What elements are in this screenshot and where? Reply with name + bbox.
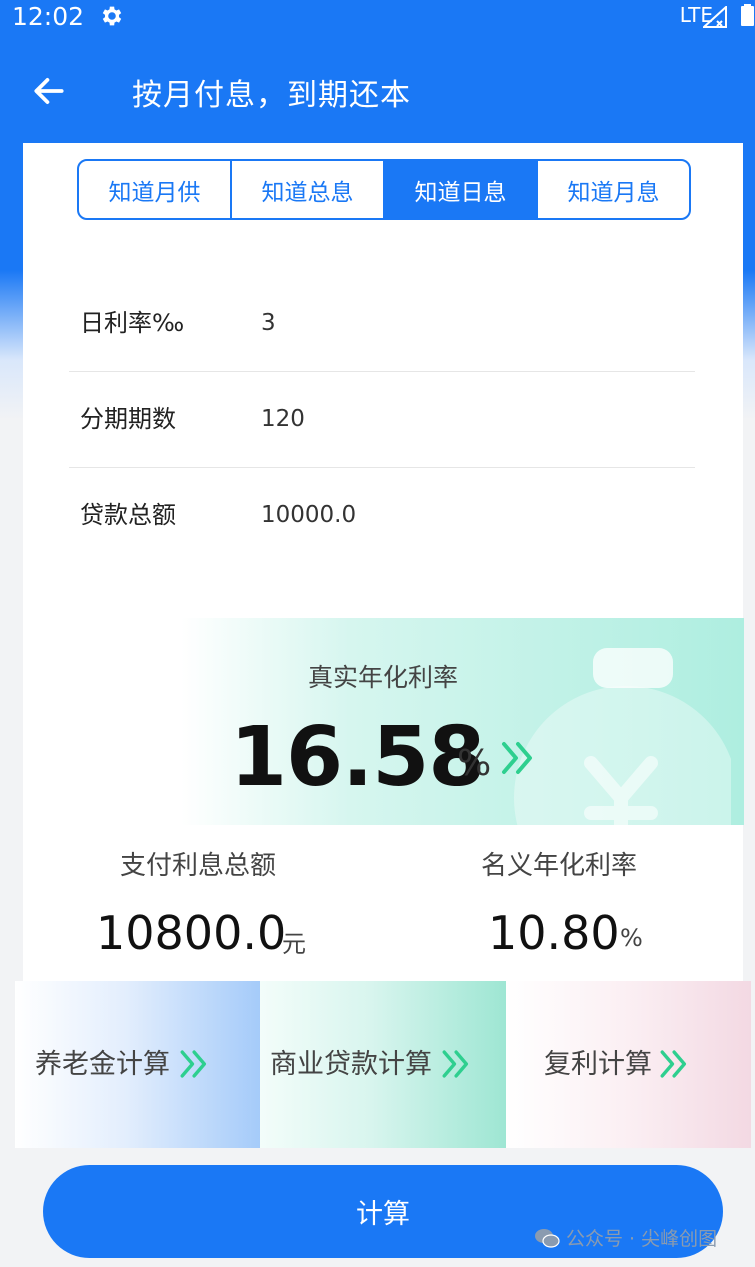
loan-amount-input[interactable]: 10000.0 [261,468,681,563]
periods-label: 分期期数 [80,405,176,433]
loan-amount-label: 贷款总额 [80,501,176,529]
pension-calculator-tile[interactable]: 养老金计算 [15,981,260,1148]
double-chevron-right-icon [442,1050,469,1078]
battery-icon [741,4,754,26]
tile-label: 复利计算 [544,1049,652,1080]
total-interest-unit: 元 [282,930,306,958]
compound-interest-calculator-tile[interactable]: 复利计算 [506,981,751,1148]
tile-label: 商业贷款计算 [270,1049,432,1080]
commercial-loan-calculator-tile[interactable]: 商业贷款计算 [260,981,506,1148]
double-chevron-right-icon [502,742,532,774]
loan-amount-row: 贷款总额 10000.0 [69,468,695,563]
watermark-text: 公众号 · 尖峰创图 [566,1228,718,1250]
signal-icon [703,6,727,28]
tab-daily-interest[interactable]: 知道日息 [385,161,538,218]
periods-row: 分期期数 120 [69,372,695,467]
real-rate-label: 真实年化利率 [307,663,458,692]
tile-label: 养老金计算 [35,1049,170,1080]
tab-monthly-interest[interactable]: 知道月息 [538,161,689,218]
real-rate-unit: % [457,743,492,784]
wechat-icon [535,1228,560,1248]
page-title: 按月付息，到期还本 [132,78,411,113]
real-rate-banner[interactable]: 真实年化利率 16.58 % [181,618,744,825]
tab-total-interest[interactable]: 知道总息 [232,161,385,218]
arrow-left-icon[interactable] [30,72,68,110]
status-bar: 12:02 LTE [0,0,755,32]
total-interest-value: 10800.0 [96,906,287,960]
daily-rate-row: 日利率‰ 3 [69,276,695,371]
mode-tabs: 知道月供 知道总息 知道日息 知道月息 [77,159,691,220]
total-interest-label: 支付利息总额 [120,851,277,881]
double-chevron-right-icon [180,1050,207,1078]
periods-input[interactable]: 120 [261,372,681,467]
nominal-rate-unit: % [620,924,643,952]
double-chevron-right-icon [660,1050,687,1078]
tab-monthly-payment[interactable]: 知道月供 [79,161,232,218]
daily-rate-label: 日利率‰ [80,309,185,337]
settings-gear-icon [102,6,122,26]
nominal-rate-value: 10.80 [488,906,620,960]
real-rate-value: 16.58 [230,710,485,805]
daily-rate-input[interactable]: 3 [261,276,681,371]
status-time: 12:02 [12,2,85,31]
watermark: 公众号 · 尖峰创图 [534,1224,717,1251]
nominal-rate-label: 名义年化利率 [481,851,638,881]
app-bar: 按月付息，到期还本 [0,50,755,135]
